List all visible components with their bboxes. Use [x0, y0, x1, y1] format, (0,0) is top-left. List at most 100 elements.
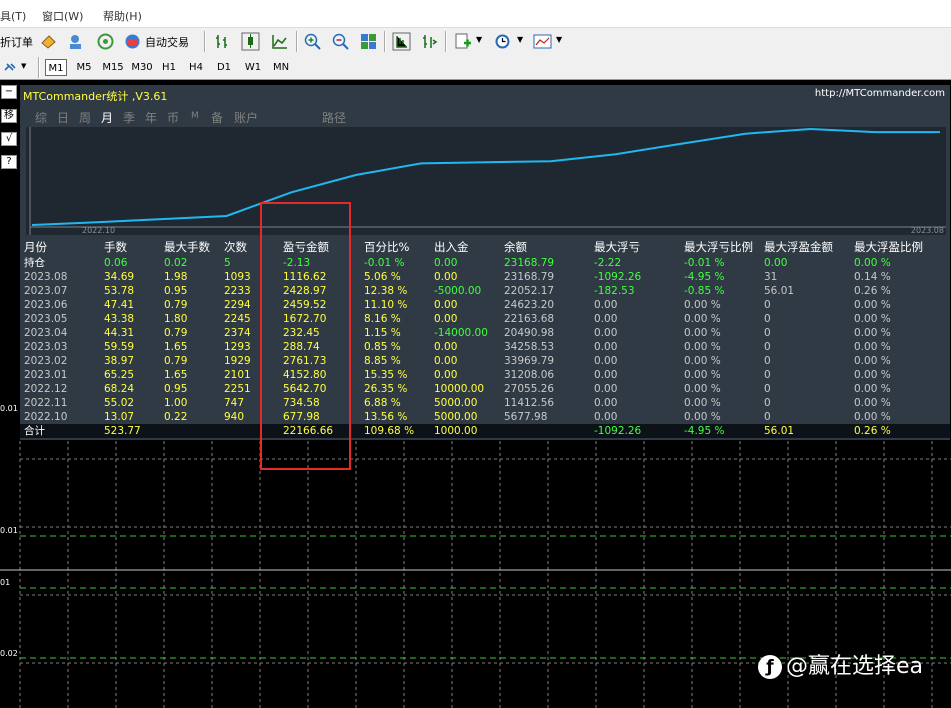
- tab-m[interactable]: M: [191, 111, 199, 121]
- chart-shift-icon[interactable]: [392, 32, 411, 51]
- cell-lots: 65.25: [104, 369, 135, 381]
- chevron-down-icon[interactable]: ▼: [21, 62, 26, 70]
- cell-max-lots: 1.80: [164, 313, 188, 325]
- header-max-float-loss-pct[interactable]: 最大浮亏比例: [684, 239, 753, 255]
- header-max-float-profit[interactable]: 最大浮盈金额: [764, 239, 833, 255]
- header-balance[interactable]: 余额: [504, 239, 527, 255]
- zoom-out-icon[interactable]: [331, 32, 350, 51]
- tab-account[interactable]: 账户: [234, 109, 258, 126]
- tab-month[interactable]: 月: [101, 109, 113, 126]
- candlestick-icon[interactable]: [241, 32, 260, 51]
- header-max-lots[interactable]: 最大手数: [164, 239, 210, 255]
- cell-percent: 8.85 %: [364, 355, 401, 367]
- menu-window[interactable]: 窗口(W): [42, 8, 83, 24]
- cell-max-float-loss: 0.00: [594, 411, 618, 423]
- tab-backup[interactable]: 备: [211, 109, 223, 126]
- timeframe-mn-button[interactable]: MN: [269, 59, 293, 76]
- periodicity-clock-icon[interactable]: [493, 32, 512, 51]
- tab-year[interactable]: 年: [145, 109, 157, 126]
- check-button[interactable]: √: [1, 132, 17, 146]
- timeframe-w1-button[interactable]: W1: [242, 59, 264, 76]
- drawing-tools-icon[interactable]: [3, 60, 17, 74]
- cell-percent: -0.01 %: [364, 257, 405, 269]
- timeframe-m1-button[interactable]: M1: [45, 59, 67, 76]
- new-order-button[interactable]: 折订单: [0, 34, 33, 50]
- table-row: 2023.05 43.38 1.80 2245 1672.70 8.16 % 0.00 221…: [20, 312, 950, 326]
- chevron-down-icon[interactable]: ▼: [556, 35, 562, 44]
- templates-icon[interactable]: [533, 32, 552, 51]
- cell-max-float-loss: 0.00: [594, 313, 618, 325]
- toolbar-separator: [296, 31, 298, 52]
- tab-week[interactable]: 周: [79, 109, 91, 126]
- autoscroll-icon[interactable]: [420, 32, 439, 51]
- price-label: 0.02: [0, 649, 18, 658]
- cell-max-float-profit-pct: 0.00 %: [854, 313, 891, 325]
- move-panel-button[interactable]: 移: [1, 109, 17, 123]
- timeframe-d1-button[interactable]: D1: [213, 59, 235, 76]
- tab-quarter[interactable]: 季: [123, 109, 135, 126]
- cell-max-lots: 0.22: [164, 411, 188, 423]
- cell-count: 2294: [224, 299, 251, 311]
- cell-count: 2233: [224, 285, 251, 297]
- line-chart-icon[interactable]: [270, 32, 289, 51]
- indicators-icon[interactable]: [454, 32, 473, 51]
- header-max-float-loss[interactable]: 最大浮亏: [594, 239, 640, 255]
- timeframe-h1-button[interactable]: H1: [158, 59, 180, 76]
- table-row: 2023.02 38.97 0.79 1929 2761.73 8.85 % 0.00 339…: [20, 354, 950, 368]
- cell-max-lots: 0.95: [164, 383, 188, 395]
- cell-balance: 23168.79: [504, 257, 555, 269]
- cell-percent: 109.68 %: [364, 425, 415, 437]
- tab-day[interactable]: 日: [57, 109, 69, 126]
- auto-trading-button[interactable]: 自动交易: [145, 34, 189, 50]
- history-center-icon[interactable]: [39, 32, 58, 51]
- cell-count: 2251: [224, 383, 251, 395]
- header-lots[interactable]: 手数: [104, 239, 127, 255]
- menu-help[interactable]: 帮助(H): [103, 8, 142, 24]
- cell-month: 2023.01: [24, 369, 68, 381]
- menu-tools[interactable]: 具(T): [0, 8, 26, 24]
- auto-trading-icon[interactable]: [123, 32, 142, 51]
- timeframe-m30-button[interactable]: M30: [130, 59, 154, 76]
- header-count[interactable]: 次数: [224, 239, 247, 255]
- header-deposit[interactable]: 出入金: [434, 239, 469, 255]
- timeframe-m15-button[interactable]: M15: [101, 59, 125, 76]
- cell-max-float-profit: 0: [764, 369, 771, 381]
- header-percent[interactable]: 百分比%: [364, 239, 409, 255]
- logo-icon: ƒ: [758, 655, 782, 679]
- zoom-in-icon[interactable]: [303, 32, 322, 51]
- cell-deposit: -14000.00: [434, 327, 488, 339]
- cell-max-float-loss-pct: 0.00 %: [684, 313, 721, 325]
- cell-percent: 12.38 %: [364, 285, 408, 297]
- cell-month: 2023.02: [24, 355, 68, 367]
- cell-percent: 8.16 %: [364, 313, 401, 325]
- cell-deposit: 0.00: [434, 369, 458, 381]
- bar-chart-icon[interactable]: [213, 32, 232, 51]
- signals-icon[interactable]: [96, 32, 115, 51]
- cell-max-float-loss-pct: -0.85 %: [684, 285, 725, 297]
- cell-balance: 22163.68: [504, 313, 555, 325]
- cell-count: 1293: [224, 341, 251, 353]
- chevron-down-icon[interactable]: ▼: [476, 35, 482, 44]
- terminal-icon[interactable]: [66, 32, 85, 51]
- cell-balance: 27055.26: [504, 383, 555, 395]
- watermark: ƒ @赢在选择ea: [758, 648, 923, 680]
- chevron-down-icon[interactable]: ▼: [517, 35, 523, 44]
- cell-deposit: 0.00: [434, 299, 458, 311]
- tab-path[interactable]: 路径: [322, 109, 346, 126]
- tab-summary[interactable]: 综: [35, 109, 47, 126]
- help-button[interactable]: ?: [1, 155, 17, 169]
- cell-max-float-loss: 0.00: [594, 341, 618, 353]
- cell-percent: 0.85 %: [364, 341, 401, 353]
- timeframe-h4-button[interactable]: H4: [185, 59, 207, 76]
- tile-windows-icon[interactable]: [359, 32, 378, 51]
- tab-currency[interactable]: 币: [167, 109, 179, 126]
- header-month[interactable]: 月份: [24, 239, 47, 255]
- header-max-float-profit-pct[interactable]: 最大浮盈比例: [854, 239, 923, 255]
- cell-max-float-loss: 0.00: [594, 383, 618, 395]
- minimize-panel-button[interactable]: −: [1, 85, 17, 99]
- panel-url-link[interactable]: http://MTCommander.com: [815, 88, 945, 99]
- timeframe-m5-button[interactable]: M5: [73, 59, 95, 76]
- price-label: 01: [0, 578, 11, 587]
- table-row: 2023.01 65.25 1.65 2101 4152.80 15.35 % 0.00 31…: [20, 368, 950, 382]
- cell-max-float-profit: 56.01: [764, 285, 795, 297]
